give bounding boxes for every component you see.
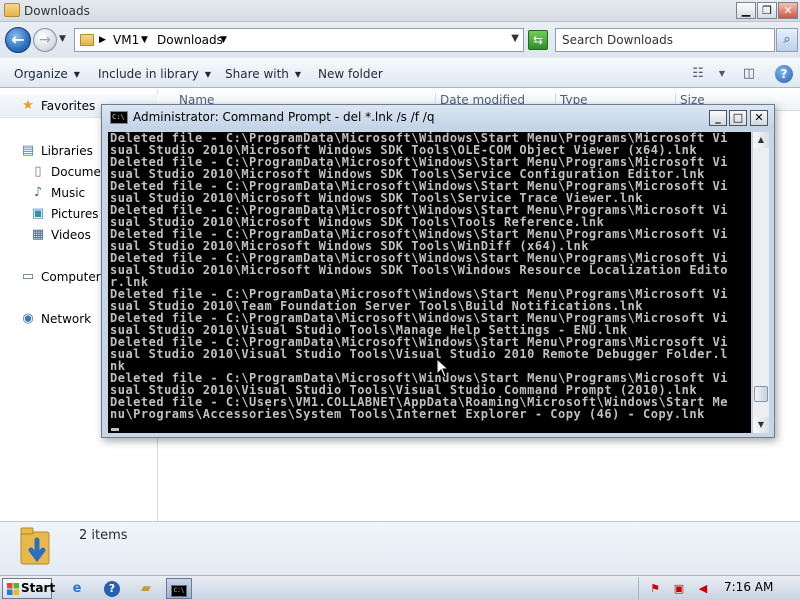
details-pane: 2 items	[0, 521, 800, 575]
breadcrumb-downloads[interactable]: Downloads	[157, 33, 223, 47]
include-in-library-menu[interactable]: Include in library ▼	[98, 67, 211, 81]
address-row: ← → ▼ ▶ VM1 ▼ Downloads ▼ ▼ ⇆ Search Dow…	[0, 22, 800, 58]
start-label: Start	[21, 581, 56, 595]
command-prompt-window[interactable]: C:\ Administrator: Command Prompt - del …	[101, 104, 775, 438]
organize-menu[interactable]: Organize ▼	[14, 67, 80, 81]
chevron-right-icon[interactable]: ▶	[99, 35, 106, 45]
cmd-taskbar-icon[interactable]: C:\	[166, 578, 192, 599]
folder-download-icon	[20, 527, 50, 565]
help-support-icon[interactable]: ?	[99, 578, 125, 599]
vertical-scrollbar[interactable]: ▲ ▼	[752, 132, 769, 433]
address-bar[interactable]: ▶ VM1 ▼ Downloads ▼ ▼	[74, 28, 524, 52]
chevron-down-icon[interactable]: ▼	[141, 35, 148, 45]
back-button[interactable]: ←	[5, 27, 31, 53]
nav-label-libraries: Libraries	[41, 144, 93, 158]
taskbar: Start e ? ▰ C:\ ⚑ ▣ ◀ 7:16 AM	[0, 575, 800, 600]
volume-muted-icon[interactable]: ◀	[695, 581, 711, 597]
scroll-up-arrow[interactable]: ▲	[753, 132, 769, 148]
chevron-down-icon[interactable]: ▼	[220, 35, 227, 45]
close-button[interactable]: ✕	[778, 2, 798, 19]
computer-icon: ▭	[21, 269, 35, 284]
text-cursor	[111, 428, 119, 431]
documents-icon: ▯	[34, 164, 42, 179]
view-options-dropdown-icon[interactable]: ▼	[713, 66, 731, 82]
explorer-title-bar[interactable]: Downloads ▁ ❐ ✕	[0, 0, 800, 22]
system-tray: ⚑ ▣ ◀	[638, 577, 800, 600]
recent-pages-dropdown[interactable]: ▼	[59, 34, 66, 44]
console-output[interactable]: Deleted file - C:\ProgramData\Microsoft\…	[108, 132, 751, 433]
search-input[interactable]: Search Downloads	[555, 28, 775, 52]
cmd-window-title: Administrator: Command Prompt - del *.ln…	[133, 110, 435, 124]
pictures-icon: ▣	[31, 206, 45, 221]
nav-label-favorites: Favorites	[41, 99, 96, 113]
start-button[interactable]: Start	[2, 578, 56, 599]
console-line: sual Studio 2010\Microsoft Windows SDK T…	[110, 263, 728, 277]
console-line: nu\Programs\Accessories\System Tools\Int…	[110, 407, 705, 421]
breadcrumb-vm1[interactable]: VM1	[113, 33, 139, 47]
console-text: Deleted file - C:\ProgramData\Microsoft\…	[110, 132, 750, 420]
explorer-taskbar-icon[interactable]: ▰	[133, 578, 159, 599]
share-with-menu[interactable]: Share with ▼	[225, 67, 301, 81]
scroll-down-arrow[interactable]: ▼	[753, 417, 769, 433]
cmd-close-button[interactable]: ✕	[750, 110, 768, 126]
command-bar: Organize ▼ Include in library ▼ Share with…	[0, 58, 800, 88]
address-dropdown-icon[interactable]: ▼	[511, 33, 519, 44]
music-icon: ♪	[33, 185, 43, 200]
refresh-button[interactable]: ⇆	[528, 30, 548, 50]
change-view-icon[interactable]: ☷	[689, 66, 707, 82]
forward-button[interactable]: →	[33, 28, 57, 52]
network-disconnected-icon[interactable]: ▣	[671, 581, 687, 597]
search-icon[interactable]: ⌕	[776, 28, 798, 52]
console-icon: C:\	[110, 111, 128, 124]
mouse-pointer-icon	[436, 358, 450, 378]
window-title: Downloads	[24, 4, 90, 18]
star-icon: ★	[22, 98, 34, 113]
library-icon: ▤	[21, 143, 35, 158]
action-center-warning-icon[interactable]: ⚑	[647, 581, 663, 597]
scrollbar-thumb[interactable]	[754, 386, 768, 403]
clock[interactable]: 7:16 AM	[724, 580, 773, 594]
folder-icon	[80, 34, 94, 46]
windows-logo-icon	[7, 583, 19, 595]
new-folder-button[interactable]: New folder	[318, 67, 383, 81]
cmd-maximize-button[interactable]: □	[729, 110, 747, 126]
console-line: sual Studio 2010\Visual Studio Tools\Vis…	[110, 347, 728, 361]
videos-icon: ▦	[31, 227, 45, 242]
cmd-minimize-button[interactable]: _	[709, 110, 727, 126]
folder-icon	[4, 3, 20, 17]
help-icon[interactable]: ?	[775, 65, 793, 83]
cmd-title-bar[interactable]: C:\ Administrator: Command Prompt - del …	[102, 105, 774, 129]
internet-explorer-icon[interactable]: e	[64, 578, 90, 599]
maximize-button[interactable]: ❐	[757, 2, 777, 19]
minimize-button[interactable]: ▁	[736, 2, 756, 19]
network-icon: ◉	[22, 311, 34, 326]
preview-pane-icon[interactable]: ◫	[740, 66, 758, 82]
item-count: 2 items	[79, 528, 128, 543]
